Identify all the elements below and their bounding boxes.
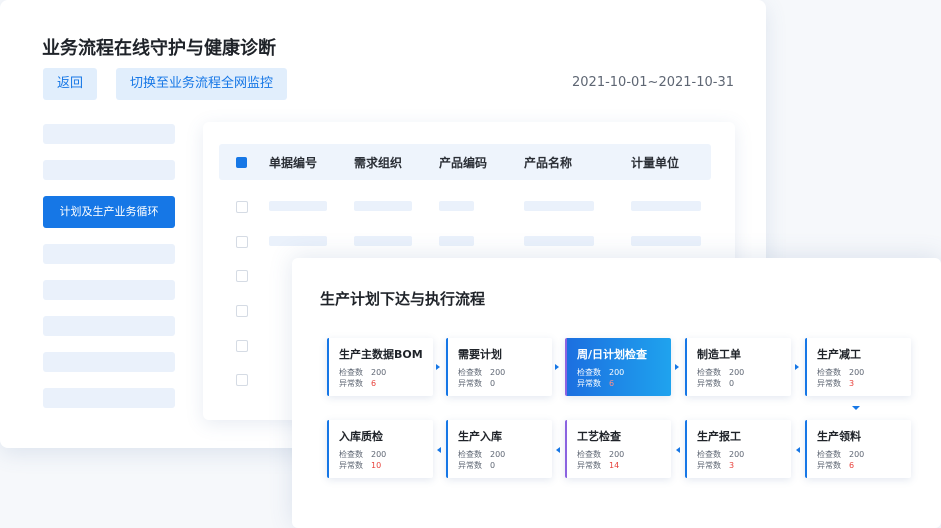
sidebar-item-placeholder[interactable]: [43, 280, 175, 300]
cell-placeholder: [439, 236, 474, 246]
arrow-down-icon: [852, 406, 860, 410]
column-header[interactable]: 产品名称: [524, 154, 572, 171]
page-title: 业务流程在线守护与健康诊断: [42, 38, 276, 59]
sidebar-item-placeholder[interactable]: [43, 316, 175, 336]
node-name: 生产报工: [697, 430, 741, 443]
check-count: 检查数 200: [339, 450, 387, 459]
check-count: 检查数 200: [817, 368, 865, 377]
cell-placeholder: [631, 236, 701, 246]
arrow-right-icon: [555, 364, 559, 370]
check-count: 检查数 200: [577, 450, 625, 459]
cell-placeholder: [524, 236, 594, 246]
flow-node-production-master-bom[interactable]: 生产主数据BOM 检查数 200 异常数 6: [327, 338, 433, 396]
cell-placeholder: [439, 201, 474, 211]
row-checkbox[interactable]: [236, 270, 248, 282]
column-header[interactable]: 产品编码: [439, 154, 487, 171]
error-count: 异常数 14: [577, 461, 620, 470]
arrow-right-icon: [675, 364, 679, 370]
sidebar-item-placeholder[interactable]: [43, 388, 175, 408]
node-name: 工艺检查: [577, 430, 621, 443]
flow-panel: 生产计划下达与执行流程 生产主数据BOM 检查数 200 异常数 6 需要计划 检查…: [292, 258, 941, 528]
cell-placeholder: [269, 236, 327, 246]
error-count: 异常数 6: [817, 461, 855, 470]
flow-node-manufacturing-order[interactable]: 制造工单 检查数 200 异常数 0: [685, 338, 791, 396]
cell-placeholder: [354, 236, 412, 246]
sidebar-item-placeholder[interactable]: [43, 160, 175, 180]
flow-node-production-reduction[interactable]: 生产减工 检查数 200 异常数 3: [805, 338, 911, 396]
sidebar-item-plan-production-cycle[interactable]: 计划及生产业务循环: [43, 196, 175, 228]
arrow-right-icon: [436, 364, 440, 370]
back-button[interactable]: 返回: [43, 68, 98, 100]
flow-node-warehouse-inspection[interactable]: 入库质检 检查数 200 异常数 10: [327, 420, 433, 478]
error-count: 异常数 6: [339, 379, 377, 388]
error-count: 异常数 0: [697, 379, 735, 388]
node-name: 入库质检: [339, 430, 383, 443]
flow-node-production-warehousing[interactable]: 生产入库 检查数 200 异常数 0: [446, 420, 552, 478]
column-header[interactable]: 单据编号: [269, 154, 317, 171]
check-count: 检查数 200: [458, 450, 506, 459]
node-name: 周/日计划检查: [577, 348, 648, 361]
column-header[interactable]: 需求组织: [354, 154, 402, 171]
error-count: 异常数 0: [458, 461, 496, 470]
check-count: 检查数 200: [577, 368, 625, 377]
date-range[interactable]: 2021-10-01~2021-10-31: [572, 75, 734, 90]
cell-placeholder: [269, 201, 327, 211]
node-name: 生产领料: [817, 430, 861, 443]
node-name: 生产主数据BOM: [339, 348, 423, 361]
error-count: 异常数 3: [697, 461, 735, 470]
error-count: 异常数 0: [458, 379, 496, 388]
sidebar-item-placeholder[interactable]: [43, 124, 175, 144]
node-name: 制造工单: [697, 348, 741, 361]
error-count: 异常数 6: [577, 379, 615, 388]
check-count: 检查数 200: [817, 450, 865, 459]
arrow-left-icon: [437, 447, 441, 453]
sidebar-item-placeholder[interactable]: [43, 244, 175, 264]
select-all-checkbox[interactable]: [236, 157, 247, 168]
cell-placeholder: [631, 201, 701, 211]
error-count: 异常数 10: [339, 461, 382, 470]
sidebar-item-placeholder[interactable]: [43, 352, 175, 372]
row-checkbox[interactable]: [236, 340, 248, 352]
row-checkbox[interactable]: [236, 305, 248, 317]
error-count: 异常数 3: [817, 379, 855, 388]
cell-placeholder: [524, 201, 594, 211]
row-checkbox[interactable]: [236, 374, 248, 386]
pointer-arrow: [196, 206, 203, 218]
check-count: 检查数 200: [458, 368, 506, 377]
node-name: 需要计划: [458, 348, 502, 361]
node-name: 生产入库: [458, 430, 502, 443]
arrow-left-icon: [556, 447, 560, 453]
flow-node-material-requisition[interactable]: 生产领料 检查数 200 异常数 6: [805, 420, 911, 478]
row-checkbox[interactable]: [236, 201, 248, 213]
flow-node-process-check[interactable]: 工艺检查 检查数 200 异常数 14: [565, 420, 671, 478]
cell-placeholder: [354, 201, 412, 211]
table-header: 单据编号 需求组织 产品编码 产品名称 计量单位: [219, 144, 711, 180]
node-name: 生产减工: [817, 348, 861, 361]
column-header[interactable]: 计量单位: [631, 154, 679, 171]
flow-node-weekly-daily-plan-check[interactable]: 周/日计划检查 检查数 200 异常数 6: [565, 338, 671, 396]
arrow-left-icon: [796, 447, 800, 453]
switch-to-network-monitor-button[interactable]: 切换至业务流程全网监控: [116, 68, 288, 100]
check-count: 检查数 200: [697, 450, 745, 459]
row-checkbox[interactable]: [236, 236, 248, 248]
flow-node-demand-plan[interactable]: 需要计划 检查数 200 异常数 0: [446, 338, 552, 396]
arrow-left-icon: [676, 447, 680, 453]
flow-title: 生产计划下达与执行流程: [320, 290, 486, 308]
arrow-right-icon: [795, 364, 799, 370]
check-count: 检查数 200: [697, 368, 745, 377]
check-count: 检查数 200: [339, 368, 387, 377]
flow-node-production-report[interactable]: 生产报工 检查数 200 异常数 3: [685, 420, 791, 478]
